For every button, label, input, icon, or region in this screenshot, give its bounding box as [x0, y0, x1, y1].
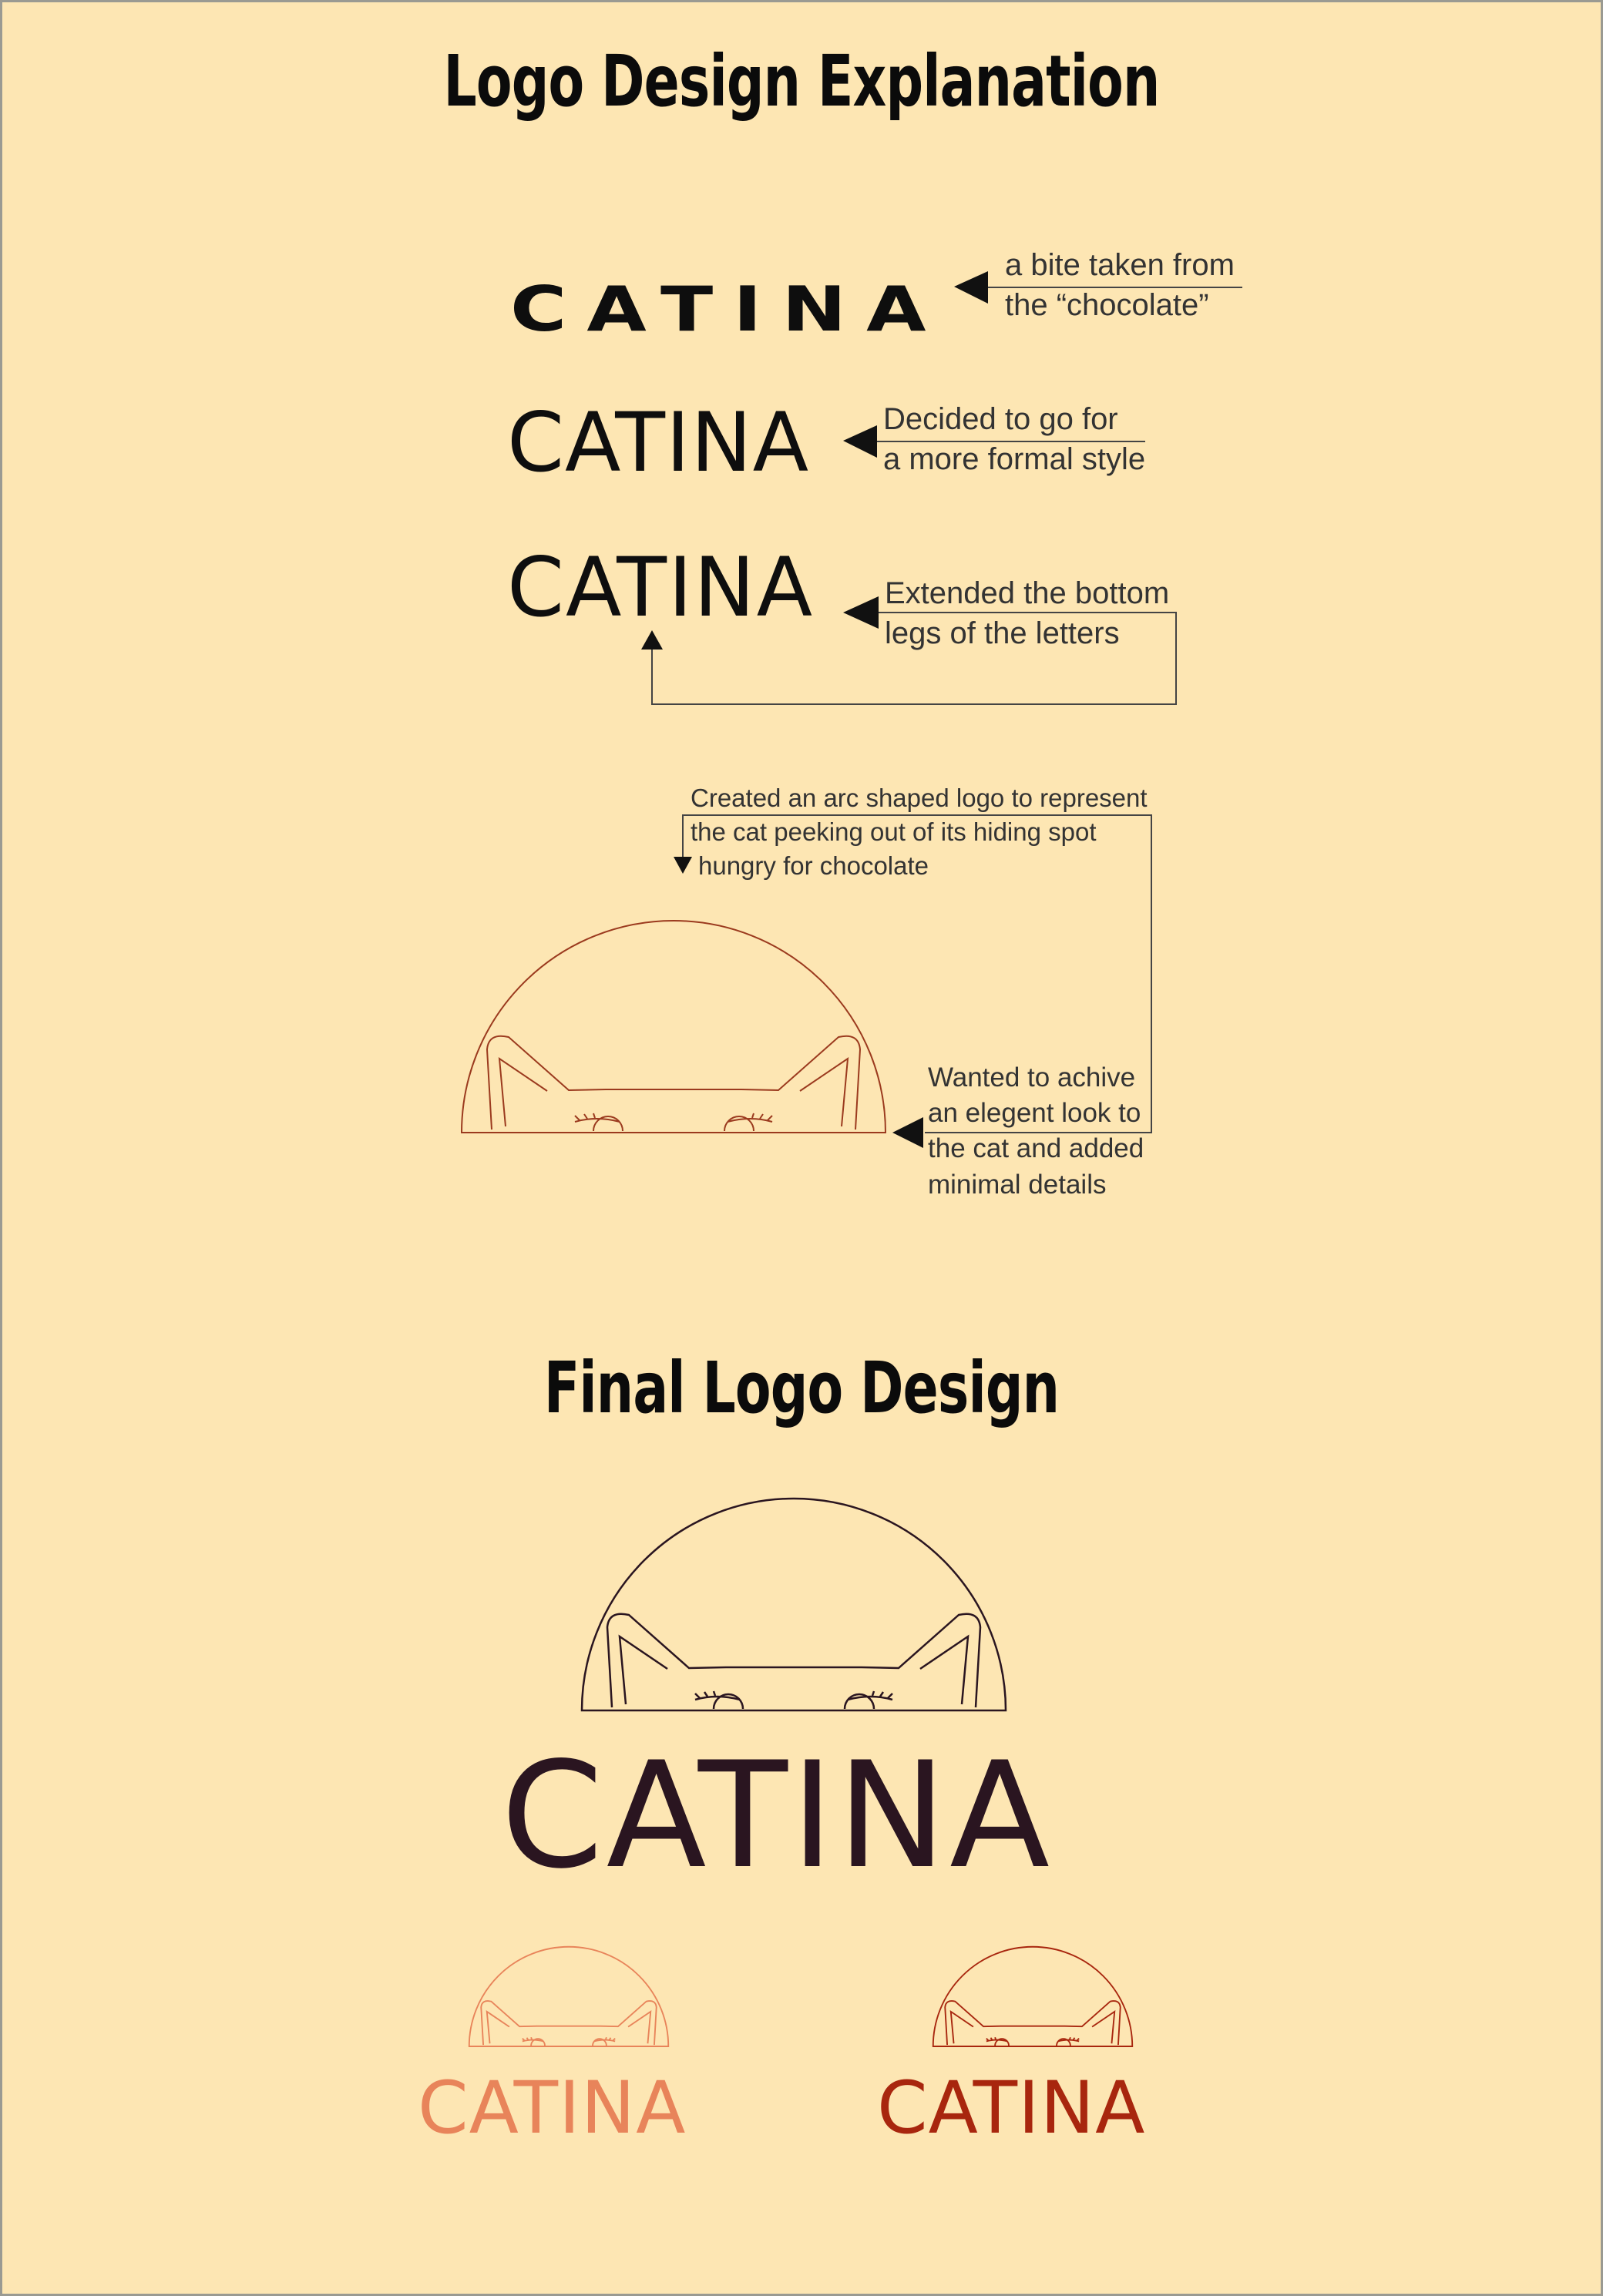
cat-emblem-salmon	[468, 1945, 670, 2047]
cat-emblem-sketch	[461, 920, 886, 1133]
cat-emblem-final	[580, 1497, 1007, 1712]
arrow-extended	[641, 596, 1177, 705]
cat-emblem-red	[932, 1945, 1134, 2047]
bite-mark	[940, 299, 954, 307]
arrow-arc-concept	[674, 814, 1152, 1148]
arrow-bite	[954, 271, 1242, 304]
arrow-formal	[843, 425, 1145, 458]
illustration-canvas	[461, 271, 1242, 2047]
